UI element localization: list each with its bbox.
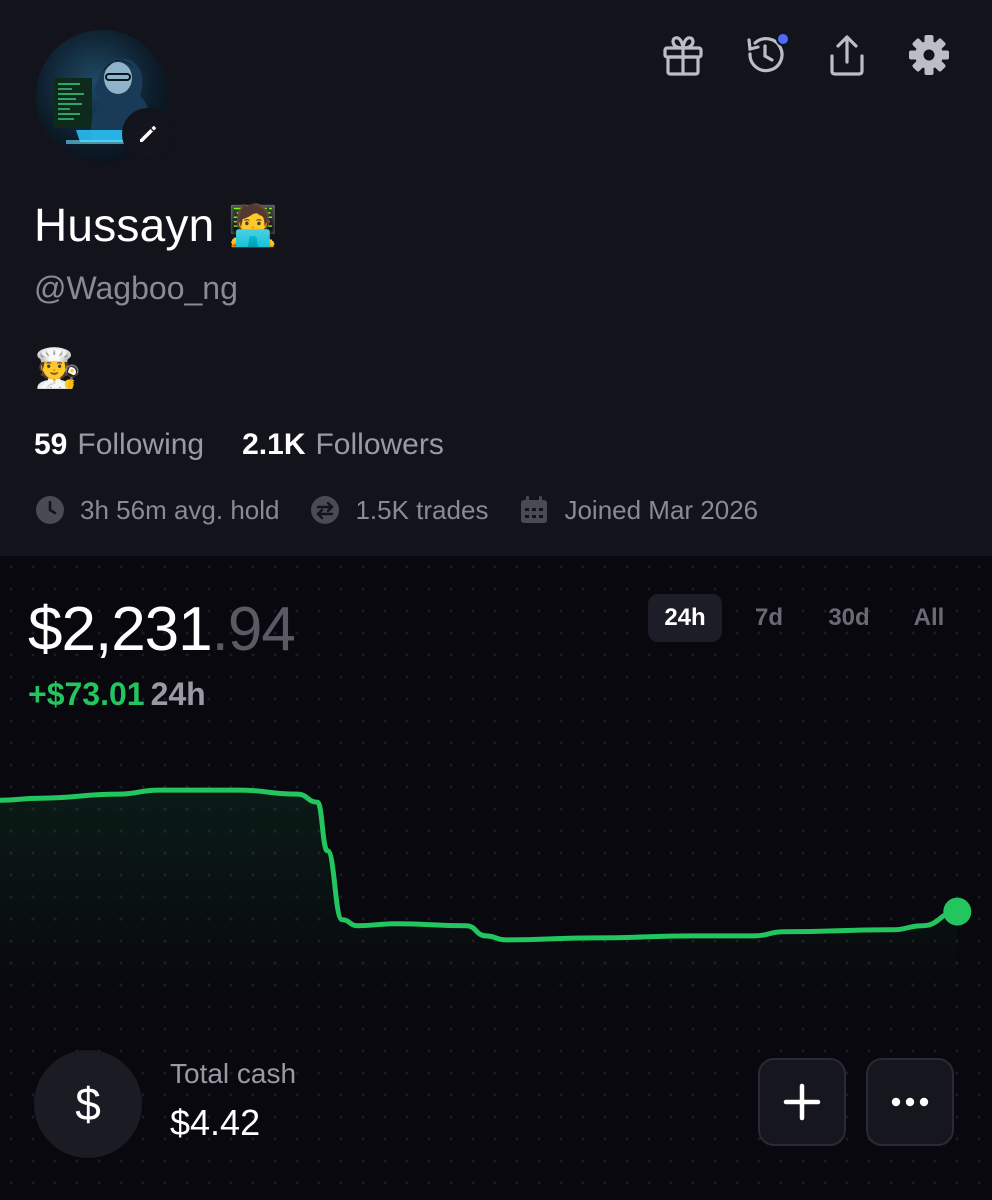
gift-button[interactable] [660, 32, 706, 78]
balance-dollars: $2,231 [28, 595, 213, 664]
username-handle: @Wagboo_ng [34, 270, 238, 306]
followers-count: 2.1K [242, 428, 306, 461]
pnl-change: +$73.01 24h [28, 676, 206, 713]
add-cash-button[interactable] [758, 1058, 846, 1146]
trades-stat: 1.5K trades [309, 494, 488, 526]
followers-label: Followers [315, 428, 444, 461]
plus-icon [783, 1083, 821, 1121]
portfolio-balance: $2,231.94 [28, 594, 296, 665]
tab-24h[interactable]: 24h [648, 594, 722, 642]
clock-icon [36, 496, 64, 524]
avg-hold-text: 3h 56m avg. hold [80, 494, 280, 525]
following-label: Following [77, 428, 205, 461]
timeframe-tabs: 24h 7d 30d All [648, 594, 962, 642]
balance-cents: .94 [211, 595, 296, 664]
chart-current-point [943, 897, 972, 926]
followers-link[interactable]: 2.1K Followers [242, 428, 444, 462]
name-emoji: 🧑‍💻 [228, 202, 279, 249]
history-button[interactable] [742, 32, 790, 78]
pnl-line-chart[interactable] [0, 756, 992, 996]
cash-icon: $ [34, 1050, 142, 1158]
joined-stat: Joined Mar 2026 [518, 494, 758, 526]
pnl-amount: +$73.01 [28, 676, 145, 712]
pencil-icon [140, 126, 156, 142]
chart-area-fill [0, 790, 958, 996]
portfolio-section: $2,231.94 +$73.01 24h 24h 7d 30d All $ To… [0, 556, 992, 1200]
pnl-period: 24h [150, 676, 206, 712]
more-dots-icon [891, 1097, 929, 1107]
settings-icon [909, 35, 949, 75]
gift-icon [663, 36, 703, 76]
profile-header: Hussayn 🧑‍💻 @Wagboo_ng 🧑‍🍳 59 Following 2… [0, 0, 992, 556]
notification-dot [776, 32, 790, 46]
edit-avatar-button[interactable] [122, 108, 174, 160]
share-button[interactable] [824, 32, 870, 78]
display-name: Hussayn [34, 199, 215, 251]
tab-30d[interactable]: 30d [816, 594, 882, 642]
cash-label: Total cash [170, 1058, 297, 1089]
calendar-icon [521, 496, 548, 523]
following-link[interactable]: 59 Following [34, 428, 204, 462]
tab-7d[interactable]: 7d [736, 594, 802, 642]
bio-text: 🧑‍🍳 [34, 346, 82, 390]
following-count: 59 [34, 428, 68, 461]
joined-text: Joined Mar 2026 [564, 494, 759, 525]
tab-all[interactable]: All [896, 594, 962, 642]
trades-text: 1.5K trades [355, 494, 489, 525]
more-options-button[interactable] [866, 1058, 954, 1146]
share-icon [830, 35, 864, 76]
settings-button[interactable] [906, 32, 952, 78]
cash-value: $4.42 [170, 1102, 261, 1143]
swap-icon [311, 496, 340, 524]
avg-hold-stat: 3h 56m avg. hold [34, 494, 279, 526]
